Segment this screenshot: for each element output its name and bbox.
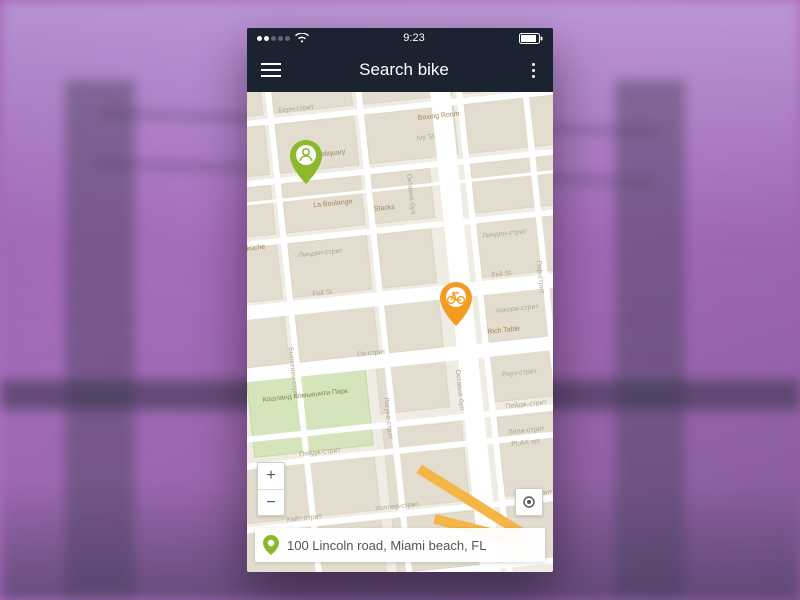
target-icon bbox=[522, 495, 536, 509]
status-bar: 9:23 bbox=[247, 28, 553, 48]
nav-bar: Search bike bbox=[247, 48, 553, 92]
page-title: Search bike bbox=[359, 60, 449, 80]
zoom-control: + − bbox=[257, 462, 285, 516]
map-pin-bike[interactable] bbox=[439, 282, 473, 326]
address-pin-icon bbox=[263, 535, 279, 555]
more-icon[interactable] bbox=[527, 63, 539, 78]
map-pin-user[interactable] bbox=[289, 140, 323, 184]
wifi-icon bbox=[295, 33, 309, 43]
address-bar[interactable]: 100 Lincoln road, Miami beach, FL bbox=[255, 528, 545, 562]
zoom-out-button[interactable]: − bbox=[258, 489, 284, 515]
map-canvas[interactable]: Fulton St Берч-стрит Ivy St Грув-стрит H… bbox=[247, 92, 553, 572]
locate-button[interactable] bbox=[515, 488, 543, 516]
status-time: 9:23 bbox=[403, 32, 424, 44]
battery-icon bbox=[519, 33, 543, 44]
menu-icon[interactable] bbox=[261, 63, 281, 77]
address-text: 100 Lincoln road, Miami beach, FL bbox=[287, 538, 486, 553]
zoom-in-button[interactable]: + bbox=[258, 463, 284, 489]
phone-frame: 9:23 Search bike bbox=[247, 28, 553, 572]
signal-dots-icon bbox=[257, 36, 290, 41]
